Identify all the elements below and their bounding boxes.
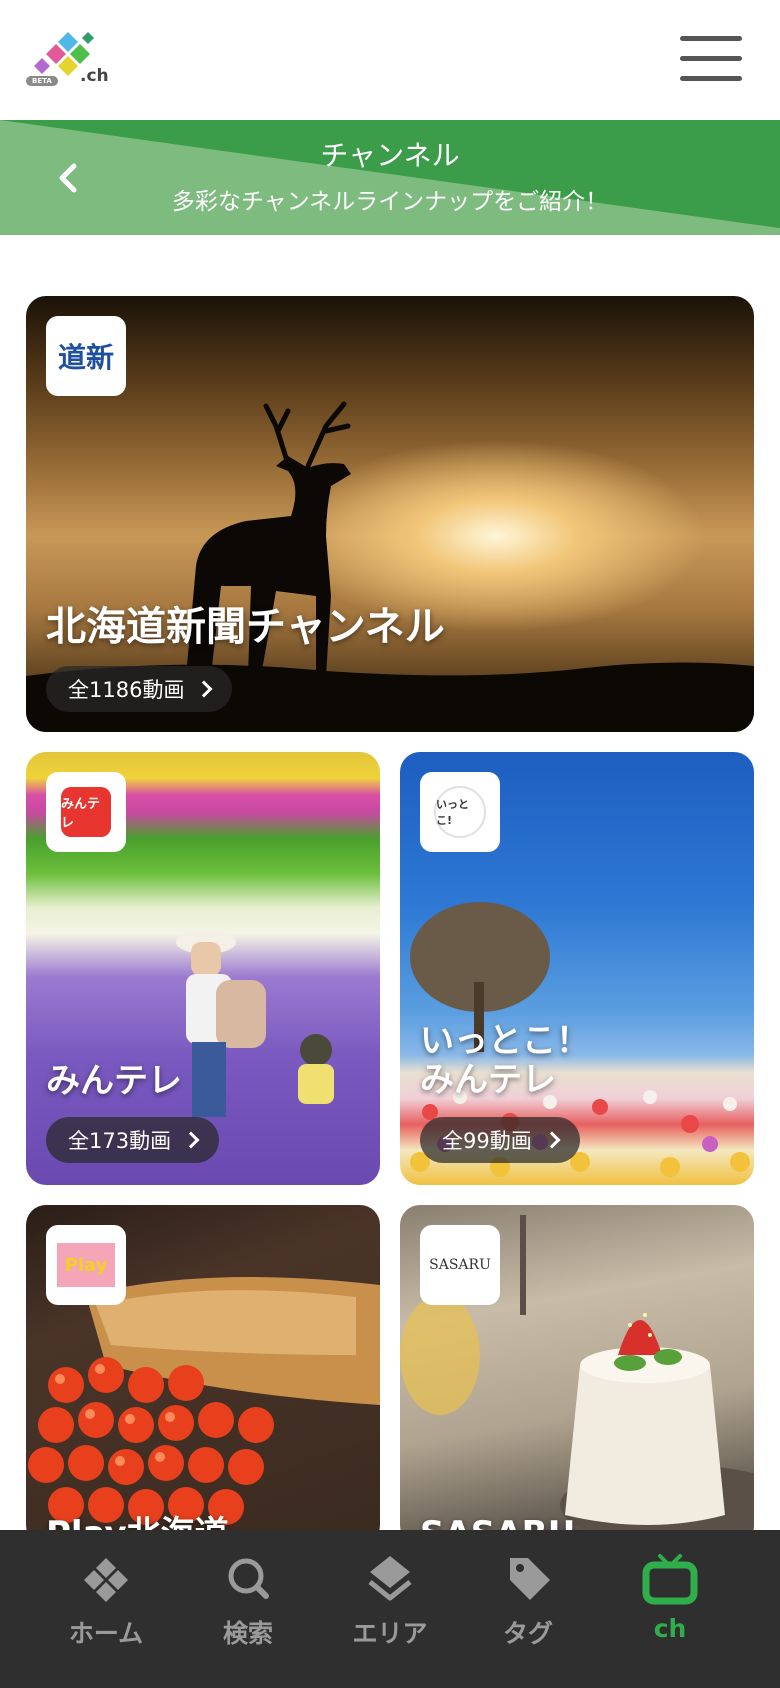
page-banner: チャンネル 多彩なチャンネルラインナップをご紹介！ bbox=[0, 120, 780, 235]
area-icon bbox=[368, 1556, 412, 1601]
channel-card-mintele[interactable]: みんテレ みんテレ 全173動画 bbox=[26, 752, 380, 1185]
channel-name: 北海道新聞チャンネル bbox=[46, 604, 445, 650]
video-count-button[interactable]: 全1186動画 bbox=[46, 666, 233, 712]
chevron-right-icon bbox=[195, 680, 213, 698]
home-icon bbox=[84, 1558, 128, 1602]
channel-name: いっとこ！ みんテレ bbox=[420, 1021, 590, 1101]
video-count-button[interactable]: 全173動画 bbox=[46, 1117, 220, 1163]
nav-label: ch bbox=[653, 1614, 687, 1643]
tv-icon bbox=[642, 1554, 698, 1605]
nav-item-area[interactable]: エリア bbox=[320, 1530, 460, 1660]
nav-label: 検索 bbox=[222, 1619, 273, 1648]
bottom-nav-bar: ホーム 検索 エリア タグ ch bbox=[0, 1530, 780, 1688]
chevron-right-icon bbox=[543, 1131, 561, 1149]
channel-logo-play: Play bbox=[46, 1225, 126, 1305]
channel-logo-mintele: みんテレ bbox=[46, 772, 126, 852]
channel-card-ittoko-mintele[interactable]: いっとこ! いっとこ！ みんテレ 全99動画 bbox=[400, 752, 754, 1185]
chevron-right-icon bbox=[182, 1131, 200, 1149]
page-subtitle: 多彩なチャンネルラインナップをご紹介！ bbox=[171, 189, 609, 215]
channel-name: みんテレ bbox=[46, 1061, 182, 1101]
channel-card-play-hokkaido[interactable]: Play Play北海道 bbox=[26, 1205, 380, 1545]
nav-item-channel[interactable]: ch bbox=[600, 1530, 740, 1660]
channel-card-hokkaido-shimbun[interactable]: 道新 北海道新聞チャンネル 全1186動画 bbox=[26, 296, 754, 732]
nav-label: タグ bbox=[502, 1619, 553, 1648]
nav-item-tag[interactable]: タグ bbox=[458, 1530, 598, 1660]
beta-badge: BETA bbox=[26, 76, 58, 86]
nav-item-home[interactable]: ホーム bbox=[36, 1530, 176, 1660]
video-count-button[interactable]: 全99動画 bbox=[420, 1117, 580, 1163]
page-title: チャンネル bbox=[320, 139, 460, 172]
app-header: BETA .ch bbox=[0, 0, 780, 120]
channel-card-sasaru[interactable]: SASARU SASARU bbox=[400, 1205, 754, 1545]
logo-suffix: .ch bbox=[80, 66, 109, 86]
channel-logo-sasaru: SASARU bbox=[420, 1225, 500, 1305]
nav-label: ホーム bbox=[68, 1619, 144, 1648]
channel-logo-doshin: 道新 bbox=[46, 316, 126, 396]
hamburger-icon[interactable] bbox=[680, 36, 742, 82]
channel-logo-ittoko: いっとこ! bbox=[420, 772, 500, 852]
tag-icon bbox=[510, 1558, 550, 1600]
nav-item-search[interactable]: 検索 bbox=[178, 1530, 318, 1660]
nav-label: エリア bbox=[352, 1619, 428, 1648]
search-icon bbox=[228, 1558, 269, 1599]
